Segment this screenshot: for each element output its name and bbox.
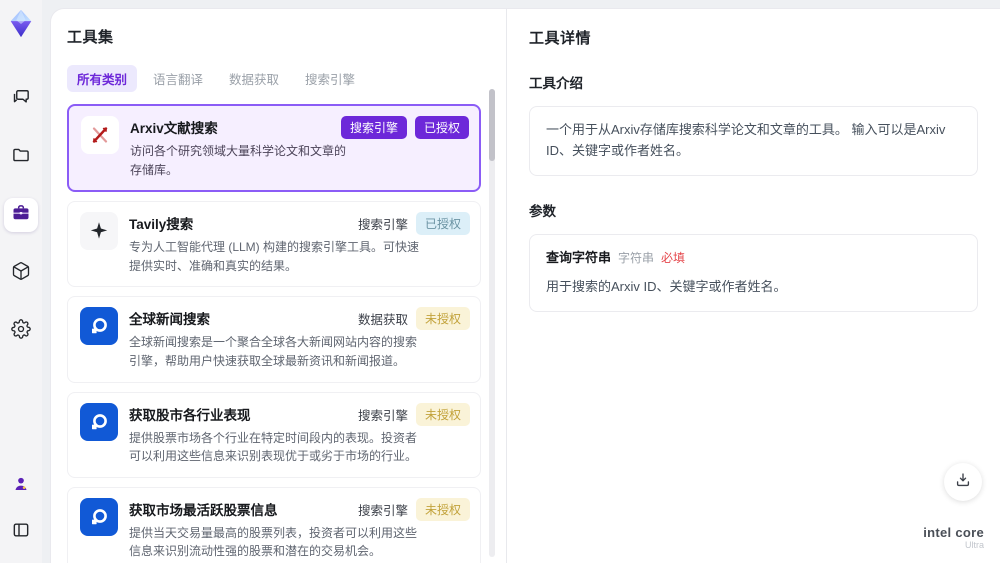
main-panel: 工具集 所有类别 语言翻译 数据获取 搜索引擎 Arxiv文献搜索 访问各个研究领域大量… (50, 8, 1000, 563)
download-button[interactable] (944, 463, 982, 501)
tool-card-badges: 搜索引擎 已授权 (340, 116, 469, 139)
tab-1[interactable]: 语言翻译 (143, 65, 213, 92)
folder-icon (11, 145, 31, 170)
tool-card-1[interactable]: Tavily搜索 专为人工智能代理 (LLM) 构建的搜索引擎工具。可快速提供实时… (67, 201, 481, 288)
chat-icon (11, 87, 31, 112)
sidebar-item-settings[interactable] (4, 314, 38, 348)
sparkle-icon (80, 212, 118, 251)
tool-card-0[interactable]: Arxiv文献搜索访问各个研究领域大量科学论文和文章的存储库。 搜索引擎 已授权 (67, 104, 481, 193)
tool-card-2[interactable]: 全球新闻搜索 全球新闻搜索是一个聚合全球各大新闻网站内容的搜索引擎，帮助用户快速获… (67, 296, 481, 383)
gear-icon (11, 318, 31, 344)
auth-status-badge: 未授权 (415, 497, 470, 521)
user-icon (11, 474, 31, 499)
tab-2[interactable]: 数据获取 (219, 65, 289, 92)
intel-core-text: intel core (923, 524, 984, 540)
category-tabs: 所有类别 语言翻译 数据获取 搜索引擎 (67, 65, 506, 92)
cube-icon (11, 261, 31, 286)
param-name: 查询字符串 (546, 249, 612, 265)
sidebar-item-collapse[interactable] (4, 515, 38, 549)
tool-card-desc: 提供股票市场各个行业在特定时间段内的表现。投资者可以利用这些信息来识别表现优于或… (129, 430, 418, 464)
category-badge: 搜索引擎 (357, 408, 408, 423)
q-search-icon (80, 307, 118, 346)
category-badge: 搜索引擎 (340, 116, 407, 139)
tool-card-title: Arxiv文献搜索 (130, 121, 218, 136)
app-logo (6, 8, 36, 42)
sidebar-item-packages[interactable] (4, 256, 38, 290)
tool-card-desc: 专为人工智能代理 (LLM) 构建的搜索引擎工具。可快速提供实时、准确和真实的结… (129, 240, 420, 273)
params-heading: 参数 (529, 203, 556, 219)
category-badge: 搜索引擎 (357, 218, 408, 233)
list-scrollbar-track[interactable] (489, 89, 495, 557)
intro-heading: 工具介绍 (529, 76, 583, 91)
tool-detail-panel: 工具详情 工具介绍 一个用于从Arxiv存储库搜索科学论文和文章的工具。 输入可… (507, 9, 1000, 563)
briefcase-icon (11, 203, 31, 228)
tool-card-desc: 访问各个研究领域大量科学论文和文章的存储库。 (130, 144, 347, 177)
intel-core-logo: intel core Ultra (923, 524, 984, 551)
tool-card-4[interactable]: 获取市场最活跃股票信息 提供当天交易量最高的股票列表，投资者可以利用这些信息来识别… (67, 486, 481, 563)
q-search-icon (80, 497, 118, 536)
tool-card-3[interactable]: 获取股市各行业表现 提供股票市场各个行业在特定时间段内的表现。投资者可以利用这些信… (67, 391, 481, 478)
category-badge: 数据获取 (357, 313, 408, 328)
sidebar-item-files[interactable] (4, 140, 38, 174)
category-badge: 搜索引擎 (357, 503, 408, 518)
auth-status-badge: 已授权 (415, 212, 470, 236)
tool-list-panel: 工具集 所有类别 语言翻译 数据获取 搜索引擎 Arxiv文献搜索 访问各个研究领域大量… (51, 9, 506, 563)
tab-3[interactable]: 搜索引擎 (295, 65, 365, 92)
tool-card-badges: 搜索引擎 已授权 (357, 212, 470, 236)
param-required-badge: 必填 (661, 250, 686, 265)
param-box: 查询字符串 字符串 必填 用于搜索的Arxiv ID、关键字或作者姓名。 (529, 233, 978, 313)
intro-box: 一个用于从Arxiv存储库搜索科学论文和文章的工具。 输入可以是Arxiv ID… (529, 106, 978, 176)
download-icon (954, 471, 972, 494)
auth-status-badge: 未授权 (415, 402, 470, 426)
param-type: 字符串 (618, 250, 655, 265)
sidebar-item-chat[interactable] (4, 82, 38, 116)
tab-0[interactable]: 所有类别 (67, 65, 138, 92)
auth-status-badge: 未授权 (415, 307, 470, 331)
tool-card-desc: 提供当天交易量最高的股票列表，投资者可以利用这些信息来识别流动性强的股票和潜在的… (129, 525, 418, 559)
arxiv-icon (81, 116, 119, 154)
list-scrollbar-thumb[interactable] (489, 89, 495, 161)
tool-card-badges: 搜索引擎 未授权 (357, 497, 470, 521)
intel-ultra-text: Ultra (964, 540, 984, 551)
detail-title: 工具详情 (529, 30, 592, 47)
sidebar-item-account[interactable] (4, 469, 38, 503)
tool-card-badges: 搜索引擎 未授权 (357, 402, 470, 426)
tool-card-list: Arxiv文献搜索 访问各个研究领域大量科学论文和文章的存储库。 搜索引擎 已授权 Ta… (67, 104, 481, 563)
auth-status-badge: 已授权 (414, 116, 469, 139)
tool-card-desc: 全球新闻搜索是一个聚合全球各大新闻网站内容的搜索引擎，帮助用户快速获取全球最新资… (129, 335, 418, 368)
layout-panel-icon (11, 520, 31, 545)
page-title: 工具集 (67, 29, 114, 46)
param-desc: 用于搜索的Arxiv ID、关键字或作者姓名。 (546, 279, 787, 295)
sidebar-item-tools[interactable] (4, 198, 38, 232)
q-search-icon (80, 402, 118, 441)
tool-card-badges: 数据获取 未授权 (357, 307, 470, 331)
sidebar-rail (0, 0, 42, 563)
